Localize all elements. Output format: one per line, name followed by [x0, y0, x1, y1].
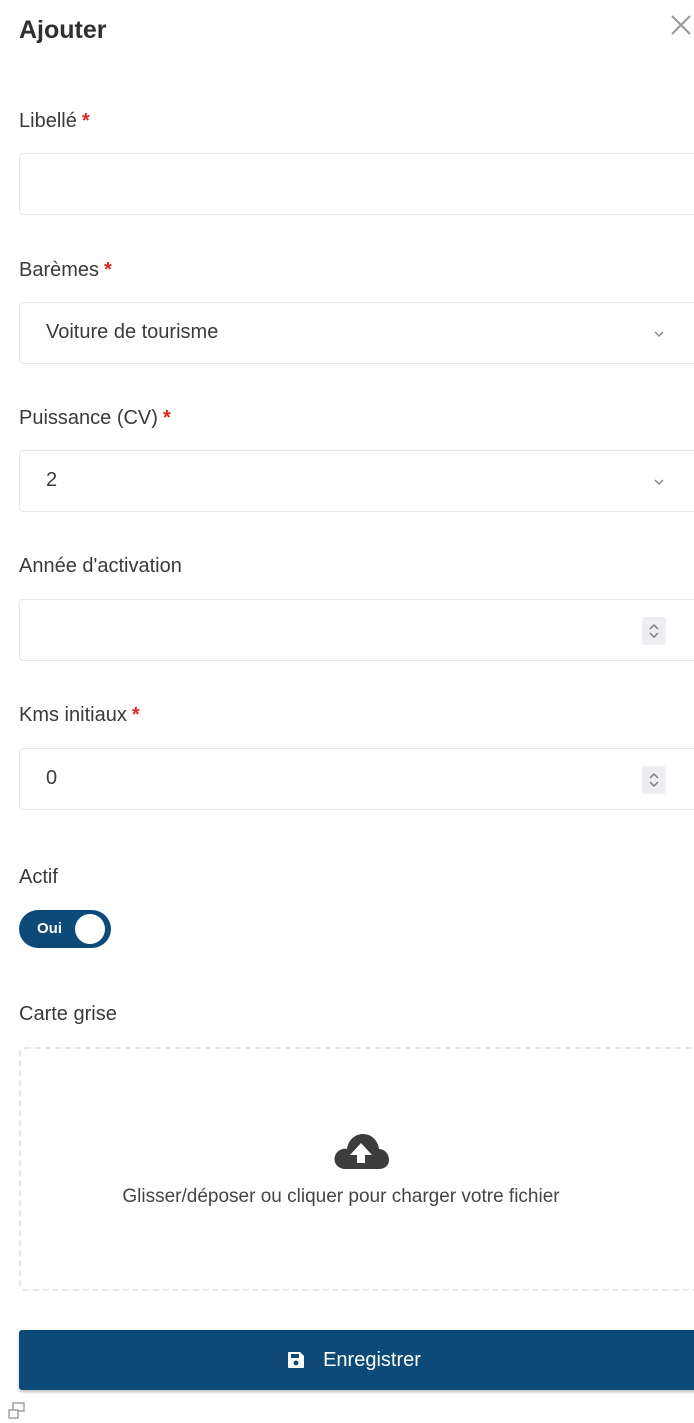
chevron-down-icon	[654, 331, 664, 338]
annee-label: Année d'activation	[19, 555, 182, 577]
annee-input[interactable]	[19, 599, 694, 661]
chevron-down-icon	[654, 479, 664, 486]
baremes-value: Voiture de tourisme	[46, 321, 219, 343]
save-button[interactable]: Enregistrer	[19, 1330, 694, 1390]
kms-value: 0	[46, 767, 58, 789]
puissance-label: Puissance (CV) *	[19, 407, 171, 429]
panel-title: Ajouter	[19, 16, 107, 44]
toggle-text: Oui	[37, 920, 62, 937]
required-marker: *	[131, 704, 140, 726]
file-dropzone[interactable]: Glisser/déposer ou cliquer pour charger …	[19, 1047, 694, 1291]
required-marker: *	[104, 259, 112, 281]
cloud-upload-icon	[334, 1134, 389, 1169]
baremes-label: Barèmes *	[19, 259, 112, 281]
libelle-label: Libellé *	[19, 110, 90, 132]
actif-toggle[interactable]: Oui	[19, 910, 111, 948]
puissance-select[interactable]: 2	[19, 450, 694, 512]
required-marker: *	[81, 110, 90, 132]
spinner-arrows-icon[interactable]	[642, 617, 666, 645]
toggle-knob	[75, 914, 105, 944]
kms-input[interactable]: 0	[19, 748, 694, 810]
required-marker: *	[162, 407, 171, 429]
baremes-select[interactable]: Voiture de tourisme	[19, 302, 694, 364]
dropzone-text: Glisser/déposer ou cliquer pour charger …	[122, 1186, 560, 1207]
window-icon	[8, 1402, 25, 1419]
spinner-arrows-icon[interactable]	[642, 766, 666, 794]
libelle-input[interactable]	[19, 153, 694, 215]
floppy-disk-icon	[288, 1352, 305, 1368]
add-panel: Ajouter Libellé * Barèmes * Voiture de tou…	[0, 0, 694, 1423]
save-button-content: Enregistrer	[19, 1330, 694, 1390]
carte-grise-label: Carte grise	[19, 1003, 117, 1025]
actif-label: Actif	[19, 866, 58, 888]
close-icon[interactable]	[668, 12, 694, 38]
puissance-value: 2	[46, 469, 58, 491]
save-button-label: Enregistrer	[323, 1348, 421, 1371]
kms-label: Kms initiaux *	[19, 704, 140, 726]
